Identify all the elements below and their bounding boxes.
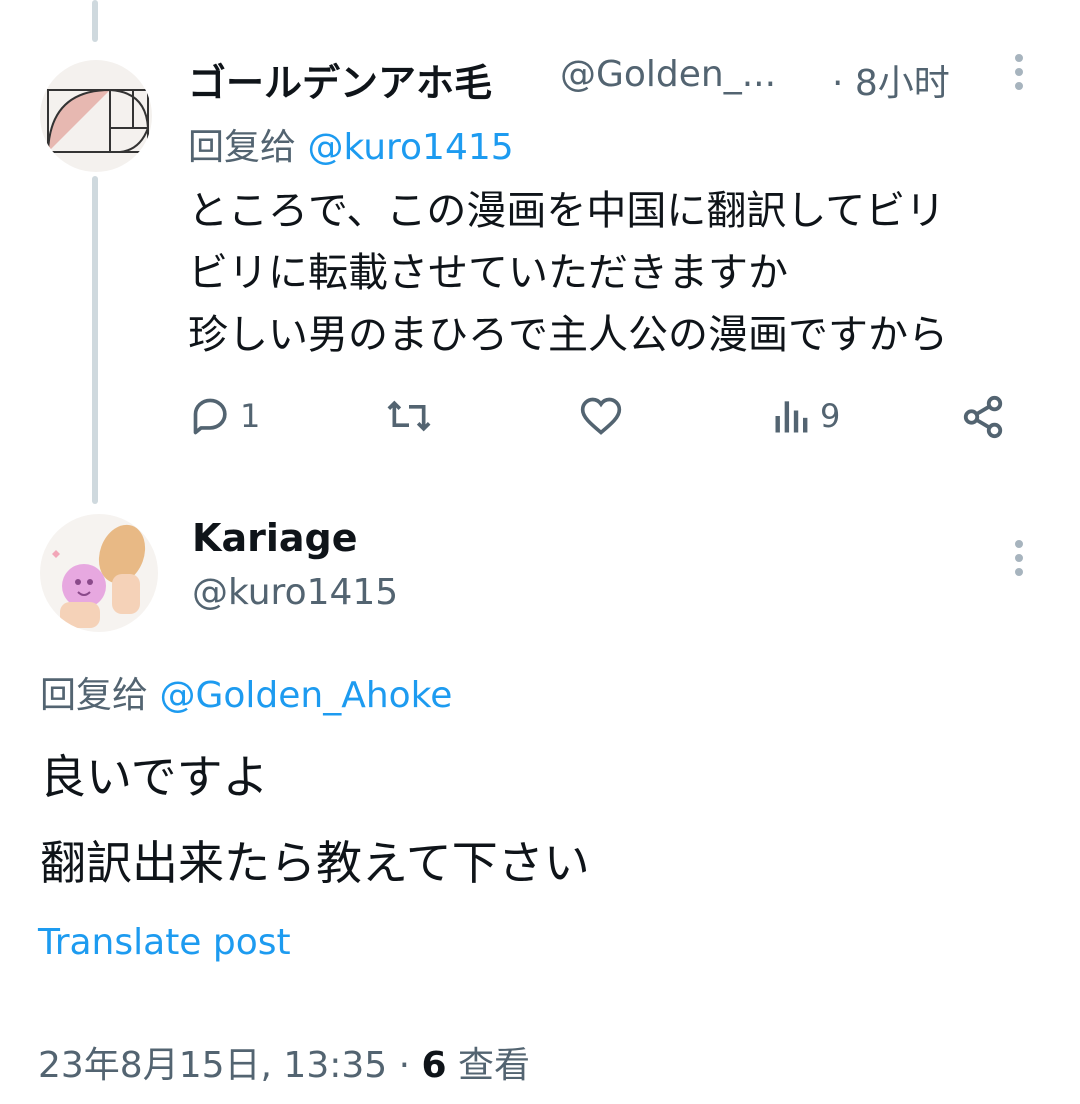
like-button[interactable] (578, 394, 624, 438)
tweet-text-line: 良いですよ (40, 750, 269, 804)
tweet-text: ところで、この漫画を中国に翻訳してビリ ビリに転載させていただきますか 珍しい男… (188, 180, 948, 366)
timestamp[interactable]: · 8小时 (832, 54, 950, 106)
retweet-button[interactable] (384, 394, 434, 438)
tweet-text-line: ビリに転載させていただきますか (188, 250, 788, 296)
display-name[interactable]: Kariage (192, 516, 357, 560)
display-name[interactable]: ゴールデンアホ毛 (188, 52, 492, 107)
share-icon (963, 395, 1003, 439)
reply-context: 回复给 @Golden_Ahoke (40, 666, 452, 718)
views-button[interactable]: 9 (770, 394, 840, 438)
share-button[interactable] (960, 394, 1006, 440)
tweet-text-line: 翻訳出来たら教えて下さい (40, 836, 590, 890)
reply-mention-link[interactable]: @Golden_Ahoke (159, 675, 452, 716)
reply-button[interactable]: 1 (190, 394, 260, 438)
handle[interactable]: @Golden_... (560, 54, 776, 95)
translate-post-link[interactable]: Translate post (38, 922, 291, 963)
reply-mention-link[interactable]: @kuro1415 (307, 127, 513, 168)
reply-icon (193, 398, 227, 435)
more-icon[interactable] (1015, 540, 1025, 582)
tweet-text-line: 珍しい男のまひろで主人公の漫画ですから (188, 312, 948, 358)
reply-count: 1 (240, 397, 261, 435)
post-view-label: 查看 (458, 1045, 531, 1086)
handle[interactable]: @kuro1415 (192, 572, 398, 613)
avatar-kariage[interactable] (40, 514, 158, 632)
golden-ratio-avatar-icon (47, 89, 149, 153)
tweet-text-line: ところで、この漫画を中国に翻訳してビリ (188, 188, 946, 234)
karaage-avatar-icon (52, 524, 146, 628)
more-icon[interactable] (1015, 54, 1025, 96)
reply-prefix: 回复给 (188, 127, 297, 168)
tweet-text: 良いですよ 翻訳出来たら教えて下さい (40, 734, 590, 906)
views-icon (775, 401, 808, 433)
thread-line-top (92, 0, 98, 42)
reply-prefix: 回复给 (40, 675, 149, 716)
retweet-icon (387, 400, 431, 432)
post-timestamp[interactable]: 23年8月15日, 13:35 · (38, 1045, 410, 1086)
post-view-count: 6 (421, 1045, 447, 1086)
reply-context: 回复给 @kuro1415 (188, 118, 514, 170)
views-count: 9 (820, 397, 841, 435)
thread-line (92, 176, 98, 504)
post-meta: 23年8月15日, 13:35 · 6 查看 (38, 1036, 530, 1088)
like-icon (580, 397, 622, 435)
avatar-golden[interactable] (40, 60, 152, 172)
